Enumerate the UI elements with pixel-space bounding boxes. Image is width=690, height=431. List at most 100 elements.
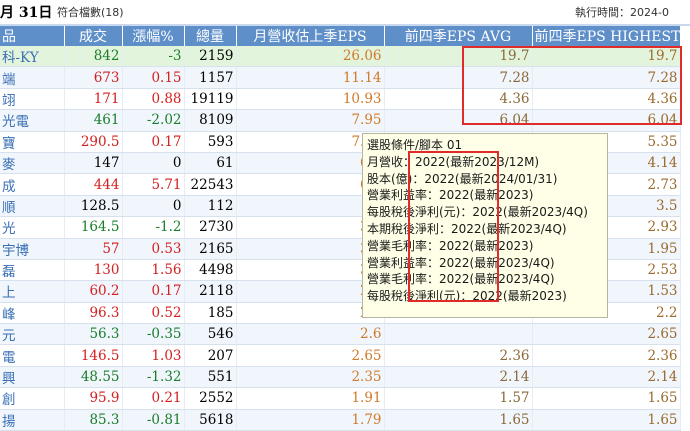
cell-name: 科-KY [0,46,65,68]
cell-volume: 2552 [184,387,237,410]
cell-change: -2.02 [122,109,185,132]
cell-volume: 551 [184,366,237,389]
cell-close: 130 [64,259,123,282]
cell-name: 光電 [0,109,65,132]
table-row[interactable]: 揚 85.3 -0.81 5618 1.79 1.65 1.65 [0,409,681,431]
cell-change: 1.03 [122,344,185,367]
cell-name: 寶 [0,131,65,153]
match-count-label: 符合檔數(18) [57,6,124,19]
cell-change: 0 [122,152,185,175]
cell-change: 1.56 [122,259,185,282]
cell-volume: 61 [184,152,237,175]
cell-name: 麥 [0,152,65,175]
cell-volume: 207 [184,344,237,367]
cell-close: 290.5 [64,131,123,153]
cell-change: -1.32 [122,366,185,389]
cell-name: 上 [0,280,65,303]
cell-volume: 2165 [184,238,237,260]
cell-eps-high: 1.65 [532,387,681,410]
cell-close: 673 [64,66,123,89]
cell-volume: 8109 [184,109,237,132]
cell-name: 宇博 [0,238,65,260]
cell-name: 磊 [0,259,65,282]
cell-change: 0.21 [122,387,185,410]
cell-name: 元 [0,323,65,346]
cell-change: 0.53 [122,238,185,260]
cell-change: 0 [122,195,185,218]
cell-volume: 22543 [184,173,237,196]
col-header-name[interactable]: 品 [0,26,65,46]
cell-close: 56.3 [64,323,123,346]
cell-volume: 5618 [184,409,237,431]
cell-close: 164.5 [64,216,123,239]
cell-close: 96.3 [64,302,123,325]
cell-name: 順 [0,195,65,218]
cell-close: 146.5 [64,344,123,367]
cell-eps-est: 26.06 [236,46,385,68]
cell-eps-avg: 2.14 [384,366,533,389]
cell-eps-est: 11.14 [236,66,385,89]
col-header-eps-high[interactable]: 前四季EPS HIGHEST [532,26,681,46]
cell-volume: 4498 [184,259,237,282]
cell-change: 0.52 [122,302,185,325]
cell-volume: 1157 [184,66,237,89]
cell-change: 0.17 [122,280,185,303]
cell-change: 0.17 [122,131,185,153]
cell-close: 60.2 [64,280,123,303]
cell-volume: 19119 [184,88,237,111]
cell-volume: 2730 [184,216,237,239]
cell-change: -0.35 [122,323,185,346]
col-header-close[interactable]: 成交 [64,26,123,46]
cell-volume: 112 [184,195,237,218]
cell-change: -1.2 [122,216,185,239]
col-header-eps-est[interactable]: 月營收估上季EPS [236,26,385,46]
cell-eps-est: 1.91 [236,387,385,410]
cell-volume: 2118 [184,280,237,303]
date-label: 月 31日 [0,5,53,21]
cell-close: 147 [64,152,123,175]
cell-name: 光 [0,216,65,239]
cell-name: 峰 [0,302,65,325]
eps-highlight-box [462,46,682,125]
cell-volume: 546 [184,323,237,346]
cell-eps-avg [384,323,533,346]
top-bar: 月 31日 符合檔數(18) 執行時間：2024-0 [0,0,690,24]
cell-eps-est: 7.95 [236,109,385,132]
cell-close: 461 [64,109,123,132]
table-header-row: 品 成交 漲幅% 總量 月營收估上季EPS 前四季EPS AVG 前四季EPS … [0,26,681,46]
cell-eps-high: 2.65 [532,323,681,346]
cell-eps-high: 2.36 [532,344,681,367]
cell-close: 57 [64,238,123,260]
cell-change: 0.15 [122,66,185,89]
cell-close: 171 [64,88,123,111]
cell-change: -0.81 [122,409,185,431]
cell-name: 揚 [0,409,65,431]
cell-volume: 2159 [184,46,237,68]
cell-eps-avg: 1.57 [384,387,533,410]
cell-volume: 593 [184,131,237,153]
cell-name: 創 [0,387,65,410]
table-row[interactable]: 創 95.9 0.21 2552 1.91 1.57 1.65 [0,387,681,410]
cell-name: 翊 [0,88,65,111]
col-header-eps-avg[interactable]: 前四季EPS AVG [384,26,533,46]
table-row[interactable]: 電 146.5 1.03 207 2.65 2.36 2.36 [0,344,681,367]
table-row[interactable]: 元 56.3 -0.35 546 2.6 2.65 [0,323,681,346]
exec-time-label: 執行時間：2024-0 [575,6,669,19]
table-row[interactable]: 興 48.55 -1.32 551 2.35 2.14 2.14 [0,366,681,389]
cell-close: 85.3 [64,409,123,431]
cell-eps-avg: 2.36 [384,344,533,367]
cell-change: 5.71 [122,173,185,196]
cell-close: 95.9 [64,387,123,410]
col-header-change[interactable]: 漲幅% [122,26,185,46]
cell-volume: 185 [184,302,237,325]
cell-name: 端 [0,66,65,89]
cell-close: 444 [64,173,123,196]
cell-eps-est: 1.79 [236,409,385,431]
cell-change: -3 [122,46,185,68]
cell-close: 128.5 [64,195,123,218]
cell-eps-est: 2.6 [236,323,385,346]
cell-close: 842 [64,46,123,68]
cell-change: 0.88 [122,88,185,111]
col-header-volume[interactable]: 總量 [184,26,237,46]
cell-eps-high: 2.14 [532,366,681,389]
